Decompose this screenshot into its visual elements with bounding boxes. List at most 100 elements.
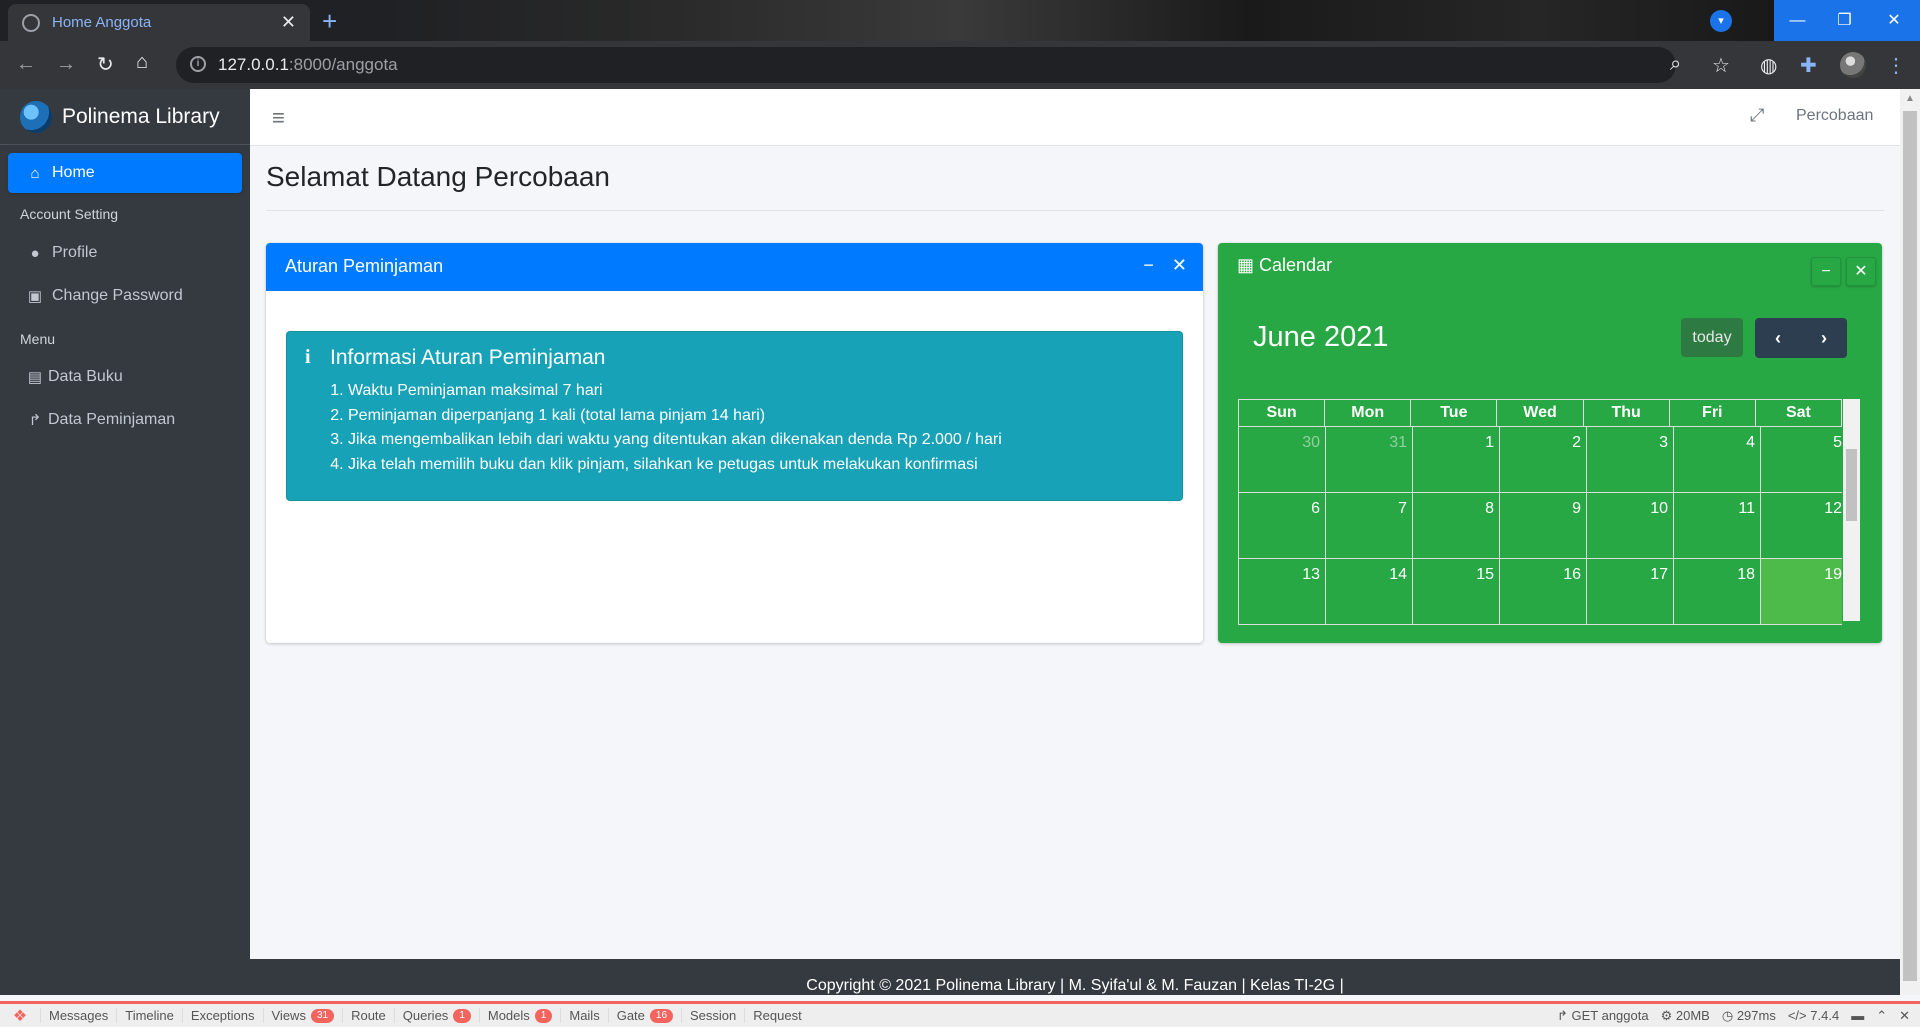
calendar-day[interactable]: 15 xyxy=(1413,559,1500,625)
calendar-day[interactable]: 31 xyxy=(1326,427,1413,493)
sidebar-item-home[interactable]: ⌂ Home xyxy=(8,153,242,193)
reload-icon[interactable]: ↻ xyxy=(97,52,114,77)
calendar-week: 6 7 8 9 10 11 12 xyxy=(1238,493,1842,559)
remove-icon[interactable]: ✕ xyxy=(1172,255,1187,276)
count-badge: 1 xyxy=(534,1008,553,1023)
collapse-icon[interactable]: − xyxy=(1143,255,1154,276)
calendar-day[interactable]: 14 xyxy=(1326,559,1413,625)
today-button[interactable]: today xyxy=(1681,318,1743,357)
calendar-day[interactable]: 17 xyxy=(1587,559,1674,625)
calendar-day[interactable]: 11 xyxy=(1674,493,1761,559)
calendar-day[interactable]: 4 xyxy=(1674,427,1761,493)
calendar-day[interactable]: 30 xyxy=(1239,427,1326,493)
debug-tab-mails[interactable]: Mails xyxy=(560,1008,607,1023)
calendar-week: 30 31 1 2 3 4 5 xyxy=(1238,427,1842,493)
debug-tab-views[interactable]: Views 31 xyxy=(262,1008,343,1023)
weekday-label: Sat xyxy=(1755,400,1842,427)
top-navbar: ≡ ⤢ Percobaan xyxy=(250,89,1900,146)
debug-close-icon[interactable]: ✕ xyxy=(1899,1008,1910,1024)
debug-tab-messages[interactable]: Messages xyxy=(40,1008,116,1023)
close-tab-icon[interactable]: ✕ xyxy=(281,12,296,33)
browser-tab[interactable]: Home Anggota ✕ xyxy=(8,4,310,41)
extensions-puzzle-icon[interactable]: ✚ xyxy=(1800,53,1817,78)
bookmark-star-icon[interactable]: ☆ xyxy=(1712,53,1730,78)
debug-tab-models[interactable]: Models 1 xyxy=(478,1008,560,1023)
debug-tab-exceptions[interactable]: Exceptions xyxy=(181,1008,263,1023)
calendar-day[interactable]: 8 xyxy=(1413,493,1500,559)
weekday-label: Wed xyxy=(1497,400,1584,427)
laravel-logo-icon[interactable]: ❖ xyxy=(0,1006,40,1026)
calendar-day[interactable]: 18 xyxy=(1674,559,1761,625)
calendar-scrollbar[interactable] xyxy=(1843,399,1860,621)
forward-icon[interactable]: → xyxy=(56,53,76,76)
count-badge: 31 xyxy=(310,1008,335,1023)
info-callout: i Informasi Aturan Peminjaman Waktu Pemi… xyxy=(286,331,1183,501)
new-tab-button[interactable]: + xyxy=(322,8,337,34)
hamburger-icon[interactable]: ≡ xyxy=(272,105,285,131)
close-window-button[interactable]: ✕ xyxy=(1868,0,1920,41)
debug-tab-route[interactable]: Route xyxy=(342,1008,394,1023)
calendar-card-header: ▦ Calendar xyxy=(1237,255,1332,276)
debug-tab-timeline[interactable]: Timeline xyxy=(116,1008,182,1023)
share-icon: ↱ xyxy=(28,412,42,429)
sidebar-item-change-password[interactable]: ▣ Change Password xyxy=(8,276,242,316)
back-icon[interactable]: ← xyxy=(16,53,36,76)
debug-request[interactable]: ↱ GET anggota xyxy=(1557,1008,1649,1024)
calendar-remove-button[interactable]: ✕ xyxy=(1846,257,1876,286)
next-month-button[interactable]: › xyxy=(1801,318,1847,358)
calendar-day[interactable]: 7 xyxy=(1326,493,1413,559)
calendar-scrollbar-thumb[interactable] xyxy=(1846,449,1857,521)
debug-tab-queries[interactable]: Queries 1 xyxy=(393,1008,479,1023)
calendar-day[interactable]: 2 xyxy=(1500,427,1587,493)
menu-kebab-icon[interactable]: ⋮ xyxy=(1886,53,1906,78)
calendar-day[interactable]: 9 xyxy=(1500,493,1587,559)
minimize-button[interactable]: — xyxy=(1774,0,1821,41)
debug-memory: ⚙ 20MB xyxy=(1660,1008,1710,1023)
calendar-collapse-button[interactable]: − xyxy=(1811,257,1841,286)
maximize-icon[interactable]: ⌃ xyxy=(1876,1008,1887,1024)
tab-search-icon[interactable]: ▾ xyxy=(1710,10,1732,32)
home-browser-icon[interactable]: ⌂ xyxy=(136,51,148,74)
zoom-icon[interactable]: ⌕ xyxy=(1670,53,1681,76)
calendar-day[interactable]: 6 xyxy=(1239,493,1326,559)
rules-card-title: Aturan Peminjaman xyxy=(285,256,444,276)
rule-item: Peminjaman diperpanjang 1 kali (total la… xyxy=(348,404,1002,429)
brand-logo xyxy=(20,100,52,133)
count-badge: 1 xyxy=(453,1008,471,1023)
calendar-day[interactable]: 10 xyxy=(1587,493,1674,559)
page-footer: Copyright © 2021 Polinema Library | M. S… xyxy=(250,959,1900,995)
sidebar-item-data-buku[interactable]: ▤ Data Buku xyxy=(8,357,242,397)
prev-month-button[interactable]: ‹ xyxy=(1755,318,1801,358)
site-info-icon[interactable]: i xyxy=(190,56,206,72)
folder-icon[interactable]: ▬ xyxy=(1851,1008,1864,1024)
debug-tab-session[interactable]: Session xyxy=(681,1008,744,1023)
user-menu[interactable]: Percobaan xyxy=(1796,107,1873,125)
sidebar-item-profile[interactable]: ● Profile xyxy=(8,233,242,273)
calendar-day[interactable]: 16 xyxy=(1500,559,1587,625)
fullscreen-icon[interactable]: ⤢ xyxy=(1750,105,1764,126)
page-scrollbar[interactable]: ▲ xyxy=(1900,89,1920,995)
extension-globe-icon[interactable]: ◍ xyxy=(1760,53,1777,78)
calendar-day[interactable]: 13 xyxy=(1239,559,1326,625)
address-bar[interactable] xyxy=(176,47,1676,83)
rules-list: Waktu Peminjaman maksimal 7 hari Peminja… xyxy=(348,379,1002,477)
scroll-up-icon[interactable]: ▲ xyxy=(1905,93,1915,104)
rule-item: Jika telah memilih buku dan klik pinjam,… xyxy=(348,453,1002,478)
sidebar-item-data-peminjaman[interactable]: ↱ Data Peminjaman xyxy=(8,400,242,440)
debug-tab-gate[interactable]: Gate 16 xyxy=(607,1008,681,1023)
calendar-day[interactable]: 1 xyxy=(1413,427,1500,493)
brand-link[interactable]: Polinema Library xyxy=(0,89,250,145)
calendar-day[interactable]: 5 xyxy=(1761,427,1842,493)
profile-avatar[interactable] xyxy=(1840,52,1866,78)
calendar-day[interactable]: 3 xyxy=(1587,427,1674,493)
debug-tab-request[interactable]: Request xyxy=(744,1008,809,1023)
calendar-day[interactable]: 12 xyxy=(1761,493,1842,559)
restore-button[interactable]: ❐ xyxy=(1821,0,1868,41)
rule-item: Jika mengembalikan lebih dari waktu yang… xyxy=(348,428,1002,453)
calendar-day-today[interactable]: 19 xyxy=(1761,559,1842,625)
calendar-grid: Sun Mon Tue Wed Thu Fri Sat 30 31 1 2 3 … xyxy=(1238,399,1842,629)
home-icon: ⌂ xyxy=(30,164,40,182)
scrollbar-thumb[interactable] xyxy=(1903,111,1917,981)
divider xyxy=(266,210,1884,211)
count-badge: 16 xyxy=(649,1008,674,1023)
